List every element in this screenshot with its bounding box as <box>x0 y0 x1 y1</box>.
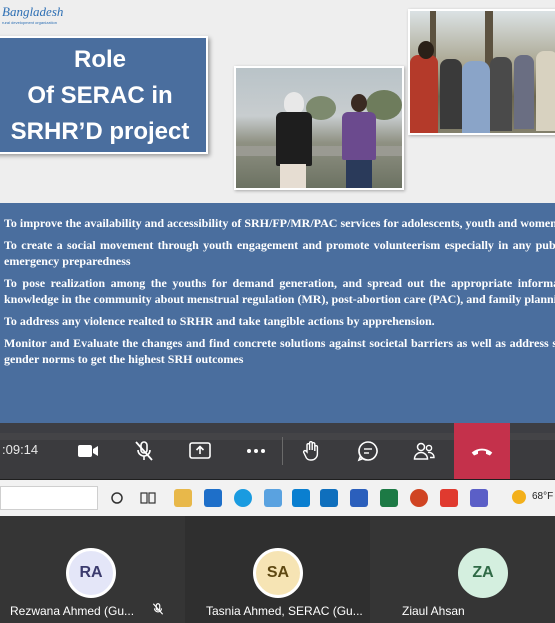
slide-title-line: Of SERAC in <box>27 82 173 109</box>
windows-taskbar: 68°F <box>0 480 555 516</box>
task-view-icon[interactable] <box>140 491 156 505</box>
share-icon <box>189 442 211 459</box>
file-explorer-icon[interactable] <box>174 489 192 507</box>
excel-icon[interactable] <box>380 489 398 507</box>
participant-tile[interactable]: RA Rezwana Ahmed (Gu... <box>0 516 185 623</box>
objective-item: To improve the availability and accessib… <box>4 216 555 230</box>
share-button[interactable] <box>180 431 220 471</box>
slide-title-box: Role Of SERAC in SRHR’D project <box>0 36 208 154</box>
avatar: SA <box>253 548 303 598</box>
hang-up-icon <box>471 448 493 456</box>
more-icon <box>247 449 265 453</box>
shared-slide: Bangladesh rural development organizatio… <box>0 0 555 440</box>
participants-icon <box>413 442 435 460</box>
linkedin-learning-icon[interactable] <box>292 489 310 507</box>
weather-icon[interactable] <box>512 490 526 504</box>
slide-photo-outdoor-meeting <box>234 66 404 190</box>
word-icon[interactable] <box>350 489 368 507</box>
objectives-panel: To improve the availability and accessib… <box>0 203 555 433</box>
avatar: ZA <box>458 548 508 598</box>
avatar: RA <box>66 548 116 598</box>
slide-title-line: Role <box>73 46 126 73</box>
taskbar-search-box[interactable] <box>0 486 98 510</box>
meeting-controls: :09:14 <box>0 423 555 479</box>
camera-button[interactable] <box>68 431 108 471</box>
powerpoint-icon[interactable] <box>410 489 428 507</box>
participants-button[interactable] <box>404 431 444 471</box>
participant-tile[interactable]: SA Tasnia Ahmed, SERAC (Gu... <box>185 516 370 623</box>
mail-icon[interactable] <box>320 489 338 507</box>
mic-muted-icon <box>135 441 153 461</box>
participant-name: Rezwana Ahmed (Gu... <box>10 604 135 618</box>
objective-item: To pose realization among the youths for… <box>4 276 555 306</box>
mic-muted-icon <box>152 603 164 615</box>
participant-gallery: RA Rezwana Ahmed (Gu... SA Tasnia Ahmed,… <box>0 516 555 623</box>
slide-title-line: SRHR’D project <box>10 118 190 145</box>
weather-temperature: 68°F <box>532 491 554 502</box>
meeting-timer: :09:14 <box>2 442 39 457</box>
participant-name: Ziaul Ahsan <box>402 604 465 618</box>
chat-icon <box>357 441 378 462</box>
organization-logo: Bangladesh rural development organizatio… <box>0 4 72 32</box>
hang-up-button[interactable] <box>454 423 510 479</box>
edge-icon[interactable] <box>234 489 252 507</box>
objective-item: Monitor and Evaluate the changes and fin… <box>4 336 555 366</box>
toolbar-separator <box>282 437 283 465</box>
acrobat-icon[interactable] <box>440 489 458 507</box>
cortana-icon[interactable] <box>110 491 124 505</box>
logo-subtext: rural development organization <box>2 20 57 25</box>
raise-hand-icon <box>302 441 319 461</box>
raise-hand-button[interactable] <box>292 431 332 471</box>
mic-button[interactable] <box>124 431 164 471</box>
logo-text: Bangladesh <box>2 4 64 19</box>
more-button[interactable] <box>236 431 276 471</box>
camera-icon <box>78 445 98 457</box>
slide-photo-group <box>408 9 555 135</box>
teams-icon[interactable] <box>470 489 488 507</box>
store-icon[interactable] <box>264 489 282 507</box>
chat-button[interactable] <box>348 431 388 471</box>
objective-item: To create a social movement through yout… <box>4 238 555 268</box>
participant-name: Tasnia Ahmed, SERAC (Gu... <box>206 604 363 618</box>
teams-meeting-window: Bangladesh rural development organizatio… <box>0 0 555 623</box>
participant-tile[interactable]: ZA Ziaul Ahsan <box>370 516 555 623</box>
objective-item: To address any violence realted to SRHR … <box>4 314 435 328</box>
outlook-icon[interactable] <box>204 489 222 507</box>
